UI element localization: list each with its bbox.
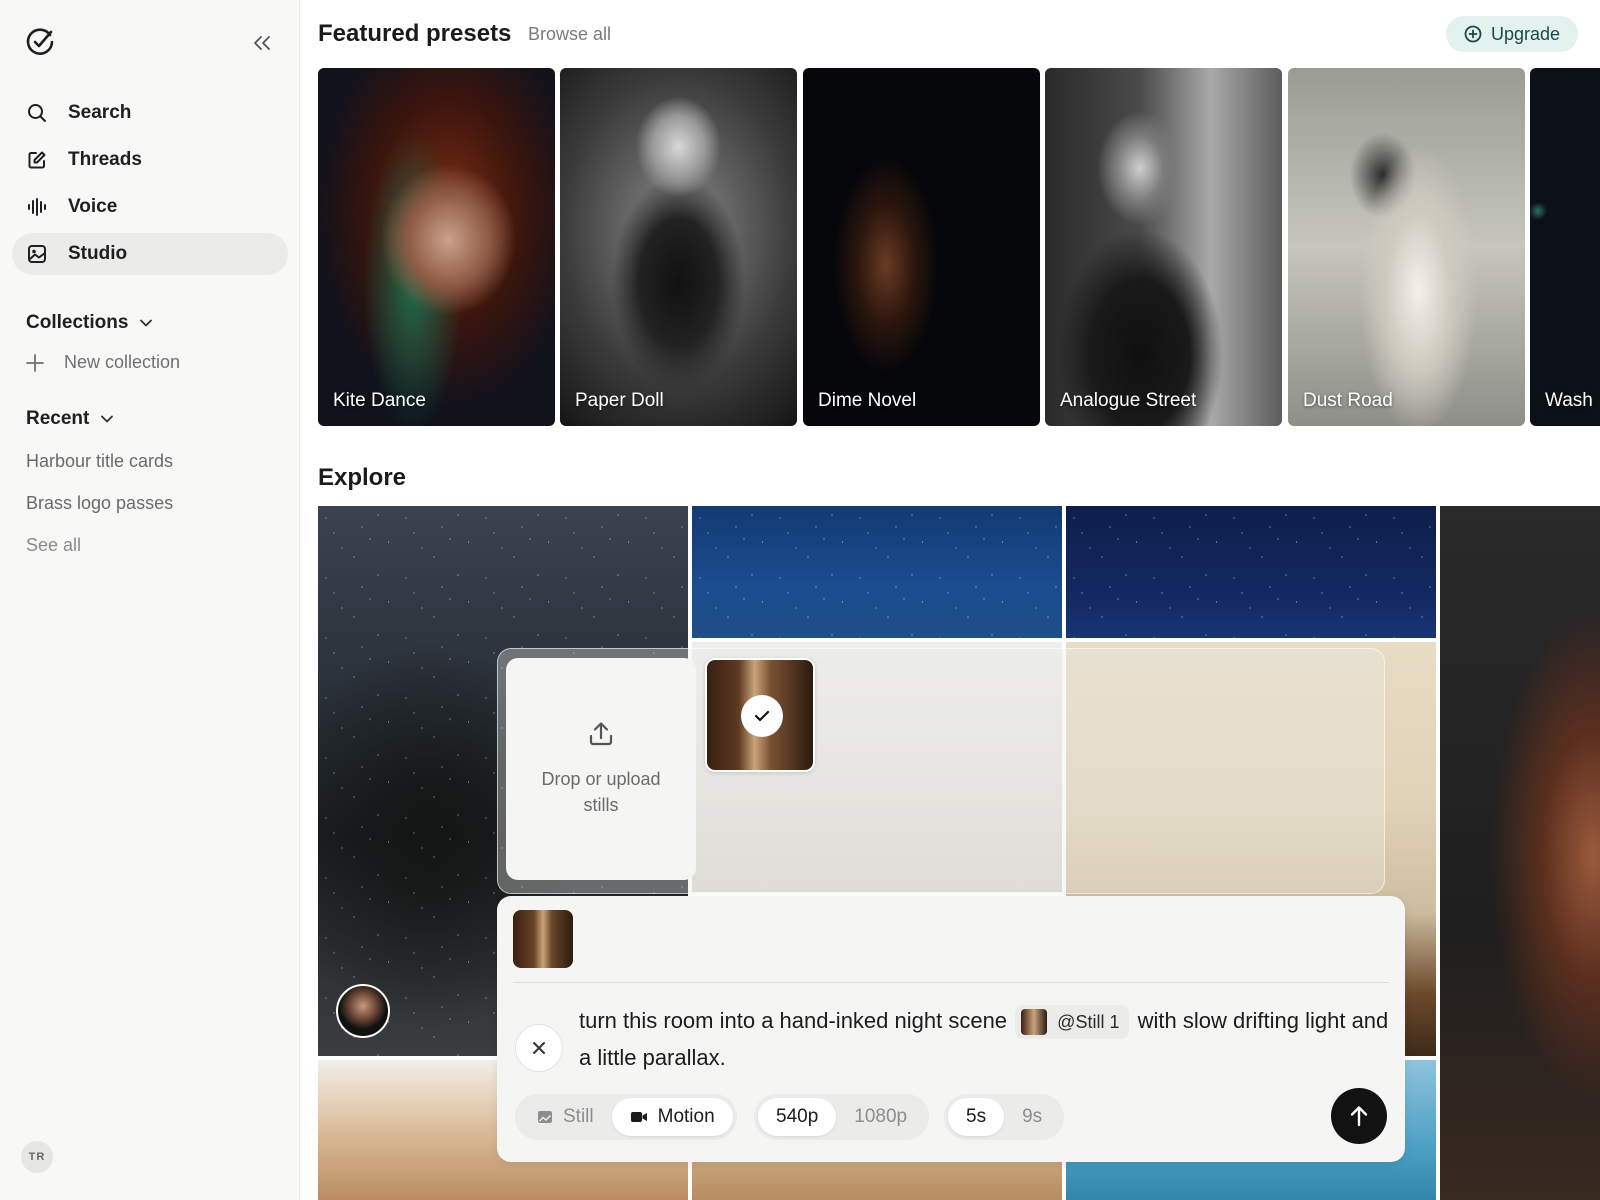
- resolution-540p-button[interactable]: 540p: [758, 1098, 837, 1136]
- search-icon: [26, 102, 48, 124]
- browse-all-link[interactable]: Browse all: [528, 24, 611, 45]
- recent-label: Recent: [26, 408, 90, 429]
- explore-tile[interactable]: [692, 506, 1062, 638]
- sidebar-item-search[interactable]: Search: [12, 92, 288, 134]
- sidebar-item-studio[interactable]: Studio: [12, 233, 288, 275]
- app-logo-icon[interactable]: [24, 26, 56, 58]
- sidebar-item-label: Search: [68, 102, 132, 123]
- close-icon[interactable]: [515, 1024, 563, 1072]
- chevron-down-icon: [101, 415, 114, 423]
- preset-card[interactable]: Kite Dance: [318, 68, 555, 426]
- drop-upload-zone[interactable]: Drop or upload stills: [506, 658, 696, 880]
- preset-card[interactable]: Analogue Street: [1045, 68, 1282, 426]
- sidebar-item-label: Studio: [68, 243, 128, 264]
- collections-toggle[interactable]: Collections: [26, 312, 153, 334]
- still-mode-label: Still: [563, 1106, 594, 1127]
- divider: [513, 982, 1389, 983]
- collections-label: Collections: [26, 312, 129, 333]
- preset-name: Kite Dance: [333, 390, 426, 411]
- image-icon: [537, 1109, 553, 1125]
- mention-thumbnail: [1021, 1009, 1048, 1036]
- preset-name: Dime Novel: [818, 390, 917, 411]
- explore-tile[interactable]: [1440, 506, 1600, 1200]
- preset-name: Paper Doll: [575, 390, 664, 411]
- sidebar-nav: Search Threads Voice Studio: [12, 92, 288, 280]
- user-avatar[interactable]: TR: [21, 1141, 53, 1173]
- prompt-input[interactable]: turn this room into a hand-inked night s…: [579, 1002, 1389, 1076]
- still-mode-button[interactable]: Still: [519, 1098, 612, 1136]
- resolution-toggle: 540p 1080p: [754, 1094, 930, 1140]
- explore-tile[interactable]: [1066, 506, 1436, 638]
- upgrade-button[interactable]: Upgrade: [1446, 16, 1578, 52]
- attached-still-thumbnail[interactable]: [513, 910, 573, 968]
- explore-heading: Explore: [318, 464, 407, 491]
- plus-icon: [26, 353, 46, 372]
- motion-mode-label: Motion: [657, 1106, 715, 1127]
- new-collection-button[interactable]: New collection: [26, 352, 180, 373]
- see-all-link[interactable]: See all: [26, 535, 81, 556]
- sidebar-item-threads[interactable]: Threads: [12, 139, 288, 181]
- recent-item[interactable]: Brass logo passes: [26, 493, 173, 514]
- drop-upload-text: Drop or upload stills: [541, 769, 661, 815]
- mode-toggle: Still Motion: [515, 1094, 737, 1140]
- creator-avatar[interactable]: [336, 984, 390, 1038]
- compose-icon: [26, 149, 48, 171]
- duration-5s-button[interactable]: 5s: [948, 1098, 1005, 1136]
- motion-mode-button[interactable]: Motion: [611, 1098, 733, 1136]
- new-collection-label: New collection: [64, 352, 181, 372]
- upgrade-label: Upgrade: [1490, 23, 1561, 44]
- preset-card[interactable]: Dime Novel: [803, 68, 1040, 426]
- mention-label: @Still 1: [1057, 1011, 1120, 1032]
- selected-still-thumbnail[interactable]: [705, 658, 815, 772]
- plus-circle-icon: [1464, 25, 1482, 43]
- featured-presets-carousel: Kite Dance Paper Doll Dime Novel Analogu…: [318, 68, 1600, 426]
- preset-card[interactable]: Dust Road: [1288, 68, 1525, 426]
- preset-name: Analogue Street: [1060, 390, 1197, 411]
- check-icon: [741, 695, 783, 737]
- chevron-down-icon: [140, 319, 153, 327]
- main-content: Featured presets Browse all Upgrade Kite…: [300, 0, 1600, 1200]
- still-mention-chip[interactable]: @Still 1: [1015, 1005, 1130, 1040]
- sidebar-item-voice[interactable]: Voice: [12, 186, 288, 228]
- send-button[interactable]: [1331, 1088, 1387, 1144]
- arrow-up-icon: [1349, 1105, 1369, 1127]
- preset-card[interactable]: Paper Doll: [560, 68, 797, 426]
- duration-9s-button[interactable]: 9s: [1004, 1098, 1060, 1136]
- recent-item[interactable]: Harbour title cards: [26, 451, 173, 472]
- recent-toggle[interactable]: Recent: [26, 408, 114, 430]
- page-title: Featured presets: [318, 20, 512, 47]
- preset-name: Wash: [1545, 390, 1593, 411]
- resolution-1080p-button[interactable]: 1080p: [836, 1098, 925, 1136]
- duration-toggle: 5s 9s: [944, 1094, 1065, 1140]
- collapse-sidebar-icon[interactable]: [248, 30, 276, 56]
- image-icon: [26, 243, 48, 265]
- waveform-icon: [26, 196, 48, 218]
- upload-icon: [587, 720, 615, 748]
- sidebar: Search Threads Voice Studio Collections …: [0, 0, 300, 1200]
- preset-name: Dust Road: [1303, 390, 1393, 411]
- sidebar-item-label: Voice: [68, 196, 118, 217]
- video-icon: [630, 1110, 648, 1124]
- prompt-composer: turn this room into a hand-inked night s…: [497, 896, 1405, 1162]
- prompt-text-start: turn this room into a hand-inked night s…: [579, 1008, 1008, 1033]
- sidebar-item-label: Threads: [68, 149, 142, 170]
- preset-card[interactable]: Wash: [1530, 68, 1600, 426]
